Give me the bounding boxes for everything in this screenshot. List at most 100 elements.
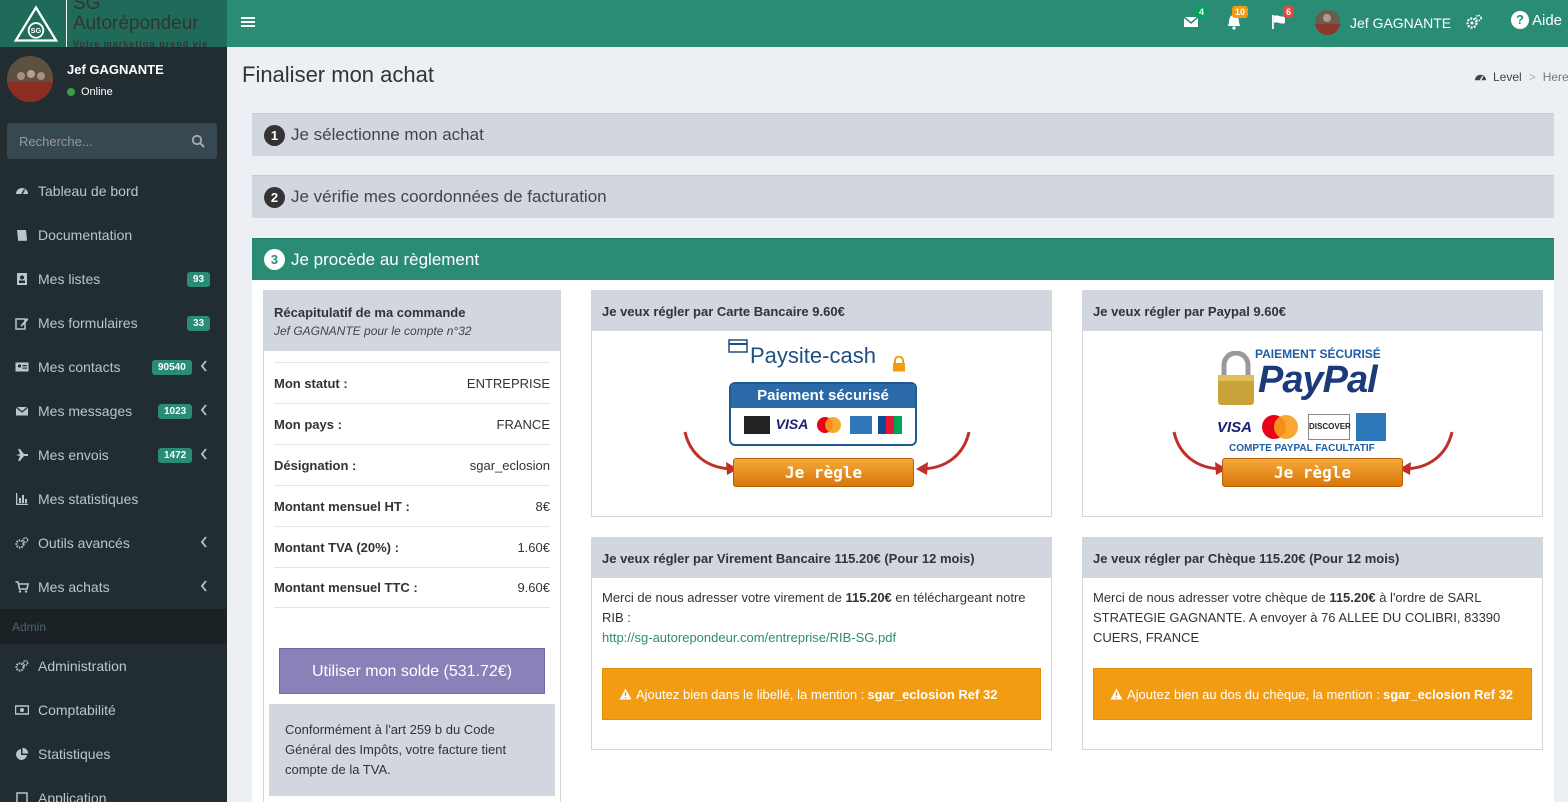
summary-row: Mon statut : ENTREPRISE [274, 362, 550, 403]
dashboard-icon [16, 188, 28, 195]
search-icon[interactable] [191, 134, 205, 148]
transfer-instructions: Merci de nous adresser votre virement de… [602, 590, 1026, 645]
paypal-pay-now-button[interactable]: Je règle maintenant [1222, 458, 1403, 509]
sidebar-item-forms[interactable]: Mes formulaires 33 [0, 301, 227, 345]
sidebar-item-sends[interactable]: Mes envois 1472 [0, 433, 227, 477]
paypal-payment-box: Je veux régler par Paypal 9.60€ PAIEMENT… [1082, 290, 1543, 517]
sidebar-item-advanced-tools[interactable]: Outils avancés [0, 521, 227, 565]
question-circle-icon: ? [1511, 11, 1529, 29]
money-icon [15, 705, 29, 715]
secure-payment-badge: Paiement sécurisé VISA [729, 382, 917, 446]
sidebar-user-name: Jef GAGNANTE [67, 62, 164, 77]
row-label: Mon statut : [274, 375, 348, 391]
sidebar-item-admin-statistics[interactable]: Statistiques [0, 732, 227, 776]
search-input[interactable]: Recherche... [7, 123, 217, 159]
help-button[interactable]: ? Aide [1511, 11, 1562, 29]
user-status: Online [67, 86, 113, 98]
step-3-header[interactable]: 3 Je procède au règlement [252, 238, 1554, 280]
card-pay-now-button[interactable]: Je règle maintenant [733, 458, 914, 509]
sidebar-header-admin: Admin [0, 609, 227, 644]
row-value: sgar_eclosion [469, 457, 550, 473]
count-badge: 1023 [158, 403, 193, 419]
sidebar-item-accounting[interactable]: Comptabilité [0, 688, 227, 732]
bar-chart-icon [16, 493, 28, 505]
row-value: FRANCE [496, 416, 550, 432]
online-status-icon [67, 88, 75, 96]
user-menu[interactable]: Jef GAGNANTE [1315, 10, 1451, 35]
paypal-payment-title: Je veux régler par Paypal 9.60€ [1083, 291, 1542, 331]
discover-icon: DISCOVER [1308, 414, 1351, 440]
top-navbar: 4 10 6 Jef GAGNANTE ? Aide [227, 0, 1568, 47]
card-logos: VISA [731, 416, 915, 434]
sidebar-item-lists[interactable]: Mes listes 93 [0, 257, 227, 301]
notifications-badge: 10 [1232, 6, 1249, 18]
app-logo[interactable]: SG SG Autorépondeur Votre marketing pren… [0, 0, 227, 64]
navbar-user-name: Jef GAGNANTE [1350, 14, 1452, 31]
sidebar: Jef GAGNANTE Online Recherche... Tableau… [0, 47, 227, 802]
cb-icon [743, 416, 770, 434]
summary-row: Montant mensuel TTC : 9.60€ [274, 567, 550, 608]
hamburger-menu-icon[interactable] [241, 15, 255, 29]
sidebar-item-dashboard[interactable]: Tableau de bord [0, 169, 227, 213]
search-placeholder: Recherche... [19, 133, 93, 149]
help-label: Aide [1532, 11, 1563, 29]
sidebar-item-administration[interactable]: Administration [0, 644, 227, 688]
svg-text:SG: SG [31, 26, 42, 35]
sidebar-item-label: Tableau de bord [38, 183, 139, 199]
check-warning: Ajoutez bien au dos du chèque, la mentio… [1093, 668, 1532, 720]
step-number: 2 [264, 186, 285, 208]
gears-icon [15, 537, 29, 549]
logo-icon: SG [14, 4, 58, 42]
arrow-left-icon [916, 431, 971, 475]
sidebar-item-label: Mes statistiques [38, 491, 139, 507]
sidebar-item-contacts[interactable]: Mes contacts 90540 [0, 345, 227, 389]
address-book-icon [17, 273, 27, 285]
step-2-header[interactable]: 2 Je vérifie mes coordonnées de facturat… [252, 175, 1554, 218]
breadcrumb-level[interactable]: Level [1493, 70, 1522, 84]
sidebar-item-label: Mes listes [38, 271, 101, 287]
sidebar-item-label: Mes envois [38, 447, 109, 463]
card-payment-title: Je veux régler par Carte Bancaire 9.60€ [592, 291, 1051, 331]
row-label: Montant mensuel TTC : [274, 580, 418, 595]
check-instructions: Merci de nous adresser votre chèque de 1… [1093, 590, 1501, 645]
chevron-left-icon [200, 448, 207, 460]
sidebar-item-messages[interactable]: Mes messages 1023 [0, 389, 227, 433]
sidebar-item-statistics[interactable]: Mes statistiques [0, 477, 227, 521]
jcb-icon [878, 416, 903, 434]
gears-icon[interactable] [1465, 13, 1483, 31]
rib-link[interactable]: http://sg-autorepondeur.com/entreprise/R… [602, 630, 896, 645]
paypal-payment-banner[interactable]: PAIEMENT SÉCURISÉ PayPal VISA DISCOVER C… [1083, 331, 1542, 516]
summary-row: Désignation : sgar_eclosion [274, 444, 550, 485]
warning-ref: sgar_eclosion Ref 32 [1382, 686, 1514, 702]
sidebar-item-documentation[interactable]: Documentation [0, 213, 227, 257]
transfer-warning: Ajoutez bien dans le libellé, la mention… [602, 668, 1041, 720]
logo-title: SG Autorépondeur [72, 0, 199, 34]
shopping-cart-icon [15, 581, 29, 593]
row-value: 8€ [535, 498, 550, 514]
row-label: Mon pays : [274, 416, 342, 432]
sidebar-item-label: Comptabilité [38, 702, 116, 718]
step-label: Je vérifie mes coordonnées de facturatio… [291, 187, 607, 206]
step-label: Je sélectionne mon achat [291, 125, 484, 144]
sidebar-item-purchases[interactable]: Mes achats [0, 565, 227, 609]
row-label: Montant mensuel HT : [274, 498, 410, 514]
step-1-header[interactable]: 1 Je sélectionne mon achat [252, 113, 1554, 156]
mastercard-icon [817, 417, 842, 433]
summary-subtitle: Jef GAGNANTE pour le compte n°32 [274, 323, 472, 338]
lock-icon [893, 356, 905, 372]
card-payment-banner[interactable]: Paysite-cash Paiement sécurisé VISA Je r… [592, 331, 1051, 516]
chevron-left-icon [200, 536, 207, 548]
step-number: 3 [264, 249, 285, 270]
summary-row: Montant TVA (20%) : 1.60€ [274, 526, 550, 567]
paysite-cash-logo: Paysite-cash [728, 339, 876, 369]
use-balance-button[interactable]: Utiliser mon solde (531.72€) [279, 648, 545, 694]
messages-badge: 4 [1196, 6, 1208, 18]
id-card-icon [15, 362, 29, 372]
visa-icon: VISA [775, 416, 809, 432]
sidebar-item-application[interactable]: Application [0, 776, 227, 802]
flags-badge: 6 [1283, 6, 1295, 18]
sidebar-item-label: Mes messages [38, 403, 133, 419]
step-label: Je procède au règlement [291, 249, 480, 269]
amex-icon [1356, 413, 1387, 441]
check-payment-title: Je veux régler par Chèque 115.20€ (Pour … [1083, 538, 1542, 578]
